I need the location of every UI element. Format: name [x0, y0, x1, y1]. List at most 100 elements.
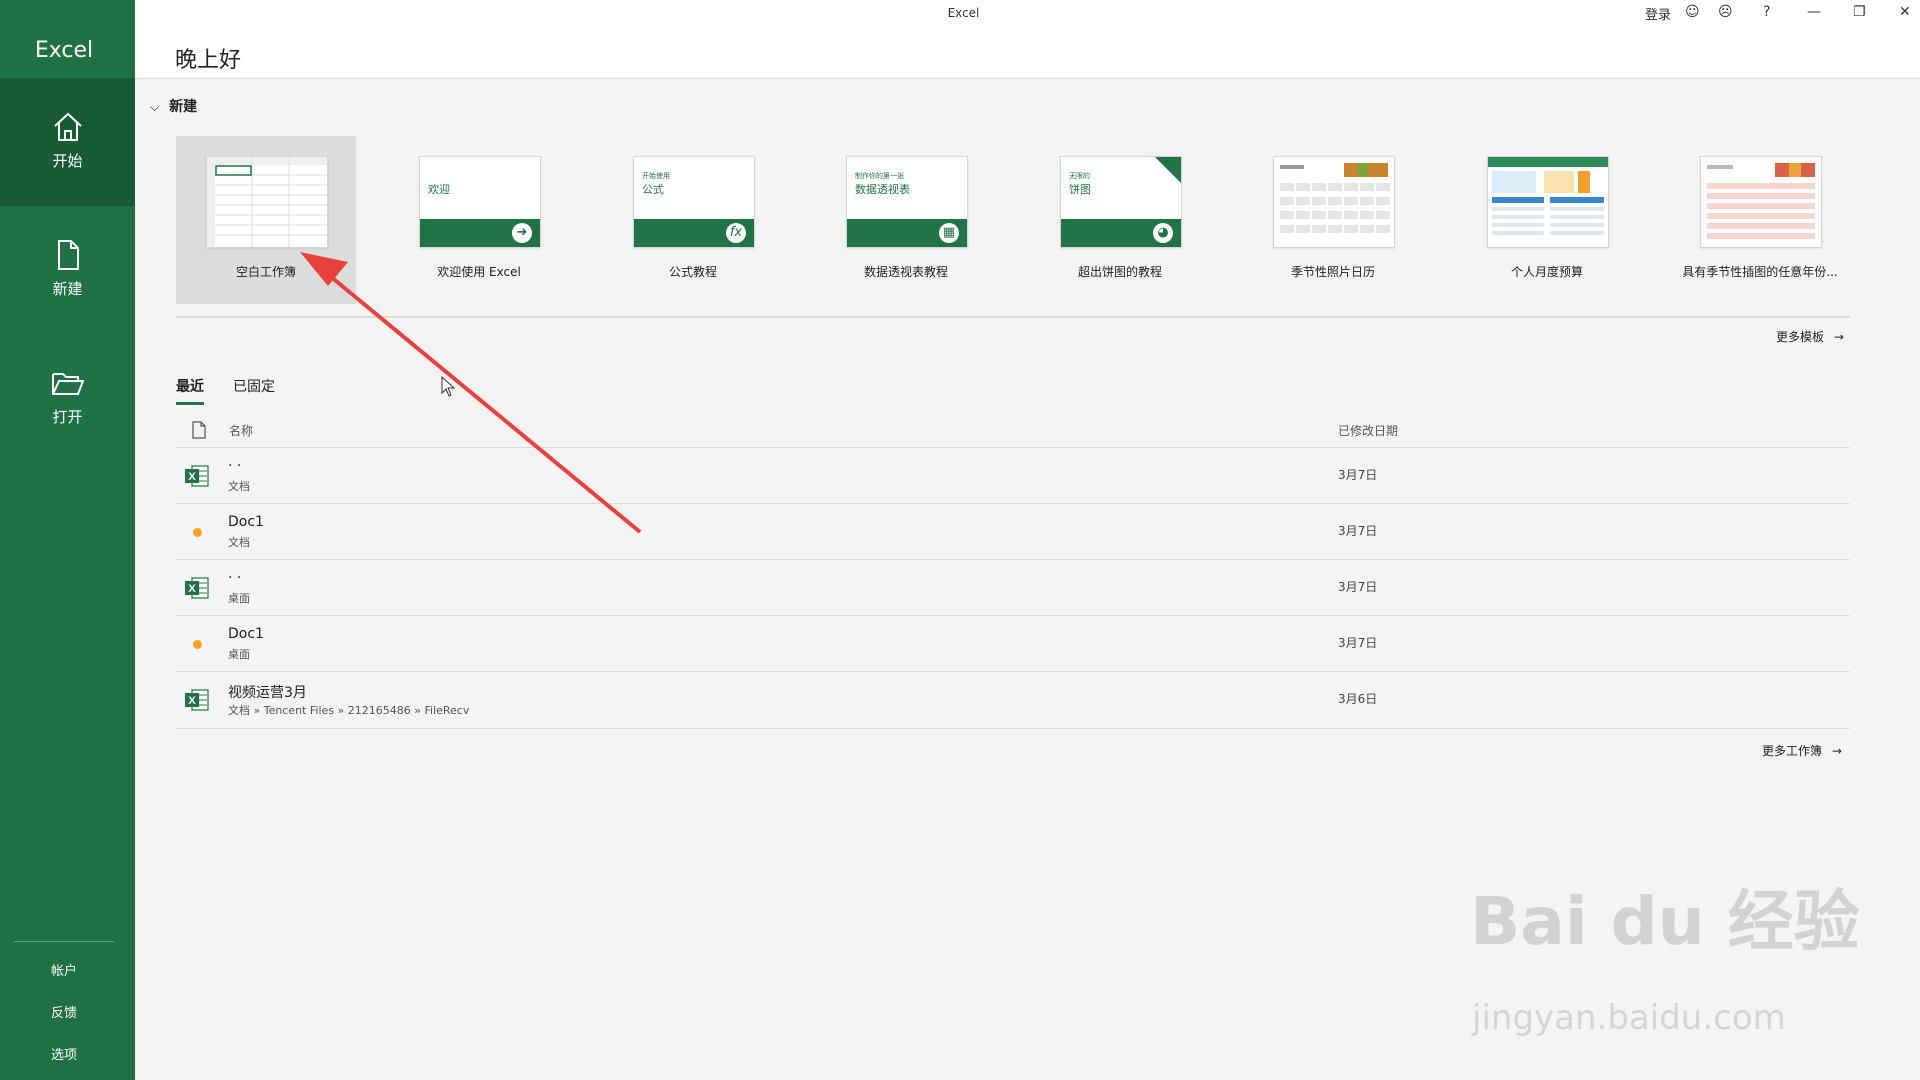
template-thumbnail: 无限的 饼图 ◕: [1060, 156, 1182, 248]
close-icon[interactable]: ✕: [1899, 4, 1911, 20]
template-thumbnail: [1487, 156, 1609, 248]
arrow-right-icon: ➜: [512, 223, 532, 243]
minimize-icon[interactable]: —: [1807, 4, 1821, 20]
account-link[interactable]: 帐户: [0, 960, 128, 979]
section-divider: [176, 316, 1850, 318]
file-date: 3月7日: [1338, 580, 1378, 594]
sidebar-item-label: 开始: [52, 152, 83, 170]
sidebar-item-label: 打开: [52, 408, 83, 426]
template-label: 个人月度预算: [1510, 265, 1583, 279]
watermark-logo: Bai du 经验: [1470, 883, 1860, 960]
template-label: 数据透视表教程: [863, 265, 948, 279]
sidebar-divider: [14, 941, 114, 942]
template-thumbnail: 制作你的第一张 数据透视表 ▦: [846, 156, 968, 248]
tab-pinned[interactable]: 已固定: [233, 376, 275, 396]
file-name: · ·: [228, 458, 242, 474]
template-thumbnail: [206, 156, 328, 248]
more-workbooks-link[interactable]: 更多工作簿 →: [1762, 742, 1842, 759]
template-label: 超出饼图的教程: [1077, 265, 1162, 279]
template-pie-chart[interactable]: 无限的 饼图 ◕ 超出饼图的教程: [1030, 136, 1210, 304]
file-name: Doc1: [228, 626, 264, 642]
template-blank-workbook[interactable]: 空白工作簿: [176, 136, 356, 304]
file-row[interactable]: X · · 文档 3月7日: [176, 447, 1850, 504]
template-photo-calendar[interactable]: 季节性照片日历: [1243, 136, 1423, 304]
sidebar: Excel 开始 新建 打开 帐户 反馈 选项: [0, 0, 135, 1080]
function-icon: fx: [726, 223, 746, 243]
arrow-right-icon: →: [1833, 330, 1844, 344]
home-icon: [53, 112, 82, 141]
excel-file-icon: X: [185, 465, 209, 487]
file-date: 3月7日: [1338, 636, 1378, 650]
orange-dot-icon: [193, 528, 202, 537]
watermark-url: jingyan.baidu.com: [1472, 998, 1786, 1038]
signin-button[interactable]: 登录: [1645, 4, 1671, 23]
template-monthly-budget[interactable]: 个人月度预算: [1457, 136, 1637, 304]
file-name: 视频运营3月: [228, 685, 307, 701]
sidebar-item-label: 新建: [52, 280, 83, 298]
thumb-subtitle: 制作你的第一张: [855, 172, 904, 180]
template-label: 空白工作簿: [235, 265, 296, 279]
thumb-title: 公式: [642, 183, 664, 196]
file-path: 桌面: [228, 592, 250, 605]
excel-file-icon: X: [185, 577, 209, 599]
frown-icon[interactable]: ☹: [1718, 4, 1733, 20]
calendar-thumbnail-icon: [1280, 163, 1390, 233]
window-title: Excel: [947, 6, 980, 20]
sidebar-item-home[interactable]: 开始: [0, 78, 135, 206]
template-label: 具有季节性插图的任意年份...: [1682, 265, 1838, 279]
file-row[interactable]: X · · 桌面 3月7日: [176, 559, 1850, 616]
new-section-title: 新建: [169, 99, 198, 115]
file-date: 3月6日: [1338, 692, 1378, 706]
file-date: 3月7日: [1338, 524, 1378, 538]
restore-icon[interactable]: ❐: [1853, 4, 1866, 20]
template-label: 季节性照片日历: [1290, 265, 1375, 279]
arrow-right-icon: →: [1831, 744, 1842, 758]
options-link[interactable]: 选项: [0, 1044, 128, 1063]
budget-thumbnail-icon: [1488, 157, 1608, 235]
orange-dot-icon: [193, 640, 202, 649]
column-header-date[interactable]: 已修改日期: [1338, 422, 1398, 439]
app-name: Excel: [34, 38, 94, 63]
title-bar: Excel 晚上好 登录 ☺ ☹ ? — ❐ ✕: [135, 0, 1920, 79]
folder-icon: [51, 373, 84, 395]
more-templates-link[interactable]: 更多模板 →: [1776, 328, 1844, 345]
pie-chart-icon: ◕: [1153, 223, 1173, 243]
template-seasonal-calendar[interactable]: 具有季节性插图的任意年份...: [1670, 136, 1850, 304]
more-workbooks-label: 更多工作簿: [1762, 744, 1823, 758]
template-welcome[interactable]: 欢迎 ➜ 欢迎使用 Excel: [389, 136, 569, 304]
pivot-table-icon: ▦: [939, 223, 959, 243]
file-name: Doc1: [228, 514, 264, 530]
file-date: 3月7日: [1338, 468, 1378, 482]
template-formulas[interactable]: 开始使用 公式 fx 公式教程: [603, 136, 783, 304]
mouse-cursor-icon: [441, 376, 456, 397]
chevron-down-icon: ⌵: [150, 100, 160, 114]
thumb-title: 数据透视表: [855, 183, 910, 196]
file-path: 文档 » Tencent Files » 212165486 » FileRec…: [228, 704, 470, 717]
column-header-name[interactable]: 名称: [229, 422, 253, 439]
template-pivottable[interactable]: 制作你的第一张 数据透视表 ▦ 数据透视表教程: [816, 136, 996, 304]
thumb-title: 欢迎: [428, 183, 450, 196]
greeting: 晚上好: [175, 48, 242, 73]
file-path: 文档: [228, 536, 250, 549]
template-thumbnail: 欢迎 ➜: [419, 156, 541, 248]
template-thumbnail: 开始使用 公式 fx: [633, 156, 755, 248]
tab-recent[interactable]: 最近: [176, 376, 204, 405]
seasonal-calendar-thumbnail-icon: [1707, 163, 1815, 239]
thumb-title: 饼图: [1069, 183, 1091, 196]
more-templates-label: 更多模板: [1776, 330, 1825, 344]
help-button[interactable]: ?: [1763, 4, 1770, 20]
feedback-link[interactable]: 反馈: [0, 1002, 128, 1021]
smile-icon[interactable]: ☺: [1685, 4, 1700, 20]
file-row[interactable]: X 视频运营3月 文档 » Tencent Files » 212165486 …: [176, 671, 1850, 729]
file-row[interactable]: Doc1 桌面 3月7日: [176, 615, 1850, 672]
sidebar-item-new[interactable]: 新建: [0, 206, 135, 334]
template-thumbnail: [1700, 156, 1822, 248]
file-row[interactable]: Doc1 文档 3月7日: [176, 503, 1850, 560]
thumb-subtitle: 开始使用: [642, 172, 670, 180]
spreadsheet-grid-icon: [207, 157, 327, 247]
new-section-header[interactable]: ⌵ 新建: [150, 96, 197, 116]
thumb-subtitle: 无限的: [1069, 172, 1090, 180]
sidebar-item-open[interactable]: 打开: [0, 334, 135, 462]
file-name: · ·: [228, 570, 242, 586]
template-label: 欢迎使用 Excel: [437, 265, 521, 279]
